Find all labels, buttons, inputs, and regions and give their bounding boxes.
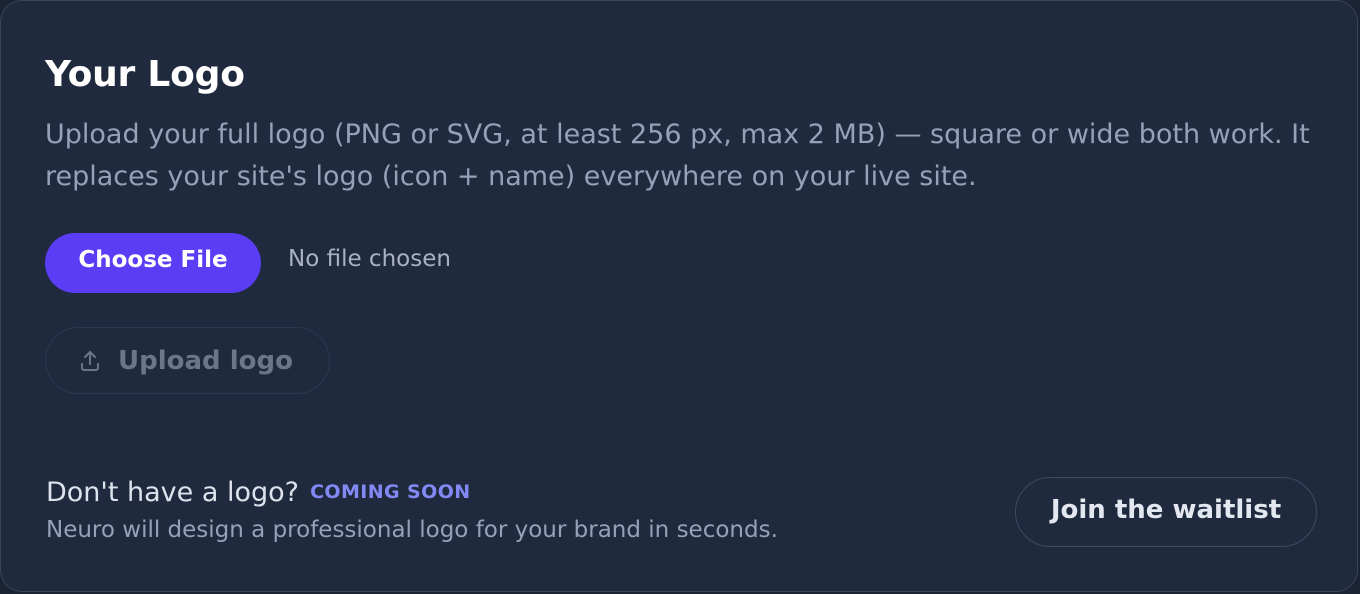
join-waitlist-button[interactable]: Join the waitlist — [1015, 477, 1317, 547]
promo-subtext: Neuro will design a professional logo fo… — [46, 517, 778, 543]
coming-soon-badge: COMING SOON — [310, 481, 471, 503]
file-status-text: No file chosen — [288, 246, 451, 272]
card-title: Your Logo — [45, 54, 245, 95]
logo-card: Your Logo Upload your full logo (PNG or … — [0, 0, 1358, 592]
promo-question: Don't have a logo? — [46, 477, 299, 508]
upload-logo-button[interactable]: Upload logo — [45, 327, 330, 394]
logo-design-promo: Don't have a logo? COMING SOON Neuro wil… — [46, 475, 778, 546]
upload-icon — [81, 350, 99, 371]
choose-file-button[interactable]: Choose File — [45, 233, 261, 293]
upload-logo-label: Upload logo — [118, 345, 293, 376]
card-description: Upload your full logo (PNG or SVG, at le… — [45, 119, 1310, 192]
